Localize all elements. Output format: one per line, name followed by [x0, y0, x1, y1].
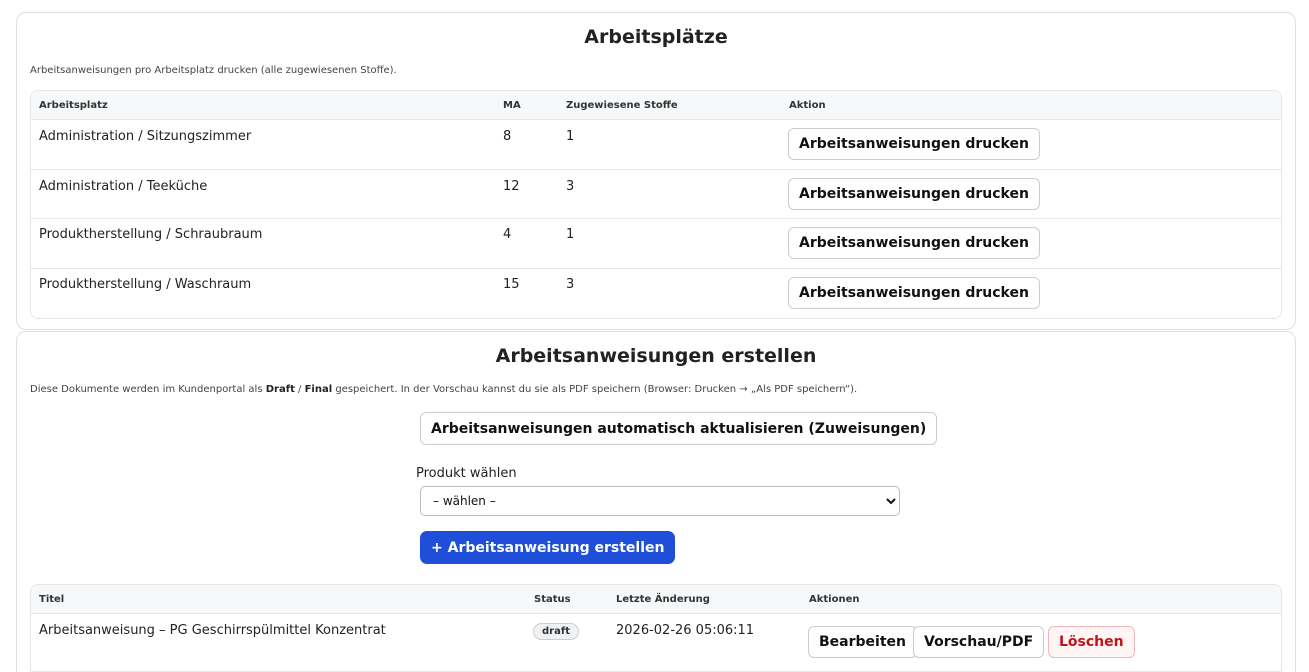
print-instructions-button[interactable]: Arbeitsanweisungen drucken: [788, 227, 1040, 259]
delete-button[interactable]: Löschen: [1048, 626, 1135, 658]
workplace-substances: 1: [566, 129, 575, 144]
workplace-ma: 8: [503, 129, 512, 144]
workplace-name: Produktherstellung / Schraubraum: [39, 227, 263, 242]
document-changed: 2026-02-26 05:06:11: [616, 623, 755, 638]
workplace-substances: 3: [566, 277, 575, 292]
header-actions: Aktionen: [809, 594, 860, 605]
note-text: Diese Dokumente werden im Kundenportal a…: [30, 384, 266, 395]
workplace-name: Administration / Teeküche: [39, 179, 208, 194]
create-instructions-card: Arbeitsanweisungen erstellen Diese Dokum…: [16, 331, 1296, 672]
auto-update-button[interactable]: Arbeitsanweisungen automatisch aktualisi…: [420, 412, 938, 445]
workplace-ma: 15: [503, 277, 520, 292]
header-ma: MA: [503, 100, 521, 111]
print-instructions-button[interactable]: Arbeitsanweisungen drucken: [788, 277, 1040, 309]
note-separator: /: [294, 384, 305, 395]
note-draft: Draft: [265, 384, 295, 395]
workplace-ma: 12: [503, 179, 520, 194]
header-action: Aktion: [789, 100, 826, 111]
table-header: Arbeitsplatz MA Zugewiesene Stoffe Aktio…: [31, 91, 1281, 120]
workplaces-card: Arbeitsplätze Arbeitsanweisungen pro Arb…: [16, 12, 1296, 330]
workplace-substances: 3: [566, 179, 575, 194]
product-label: Produkt wählen: [416, 466, 517, 481]
table-row: Administration / Teeküche 12 3 Arbeitsan…: [31, 170, 1281, 219]
header-changed: Letzte Änderung: [616, 594, 710, 605]
note-text-end: gespeichert. In der Vorschau kannst du s…: [332, 384, 858, 395]
table-row: Arbeitsanweisung – PG Geschirrspülmittel…: [31, 614, 1281, 672]
workplace-substances: 1: [566, 227, 575, 242]
print-instructions-button[interactable]: Arbeitsanweisungen drucken: [788, 128, 1040, 160]
workplace-ma: 4: [503, 227, 512, 242]
product-select[interactable]: – wählen –: [420, 486, 900, 516]
header-title: Titel: [39, 594, 65, 605]
status-badge: draft: [533, 623, 579, 640]
header-status: Status: [534, 594, 571, 605]
create-title: Arbeitsanweisungen erstellen: [495, 345, 817, 367]
header-substances: Zugewiesene Stoffe: [566, 100, 678, 111]
note-final: Final: [304, 384, 333, 395]
document-title: Arbeitsanweisung – PG Geschirrspülmittel…: [39, 623, 386, 638]
create-note: Diese Dokumente werden im Kundenportal a…: [30, 384, 857, 395]
header-workplace: Arbeitsplatz: [39, 100, 108, 111]
table-header: Titel Status Letzte Änderung Aktionen: [31, 585, 1281, 614]
documents-table: Titel Status Letzte Änderung Aktionen Ar…: [30, 584, 1282, 672]
workplace-name: Administration / Sitzungszimmer: [39, 129, 252, 144]
workplaces-table: Arbeitsplatz MA Zugewiesene Stoffe Aktio…: [30, 90, 1282, 319]
workplaces-note: Arbeitsanweisungen pro Arbeitsplatz druc…: [30, 65, 397, 76]
preview-pdf-button[interactable]: Vorschau/PDF: [913, 626, 1045, 658]
create-instruction-button[interactable]: + Arbeitsanweisung erstellen: [420, 531, 676, 564]
workplace-name: Produktherstellung / Waschraum: [39, 277, 252, 292]
table-row: Produktherstellung / Waschraum 15 3 Arbe…: [31, 269, 1281, 319]
workplaces-title: Arbeitsplätze: [584, 26, 728, 48]
table-row: Produktherstellung / Schraubraum 4 1 Arb…: [31, 219, 1281, 269]
print-instructions-button[interactable]: Arbeitsanweisungen drucken: [788, 178, 1040, 210]
table-row: Administration / Sitzungszimmer 8 1 Arbe…: [31, 120, 1281, 170]
edit-button[interactable]: Bearbeiten: [808, 626, 917, 658]
